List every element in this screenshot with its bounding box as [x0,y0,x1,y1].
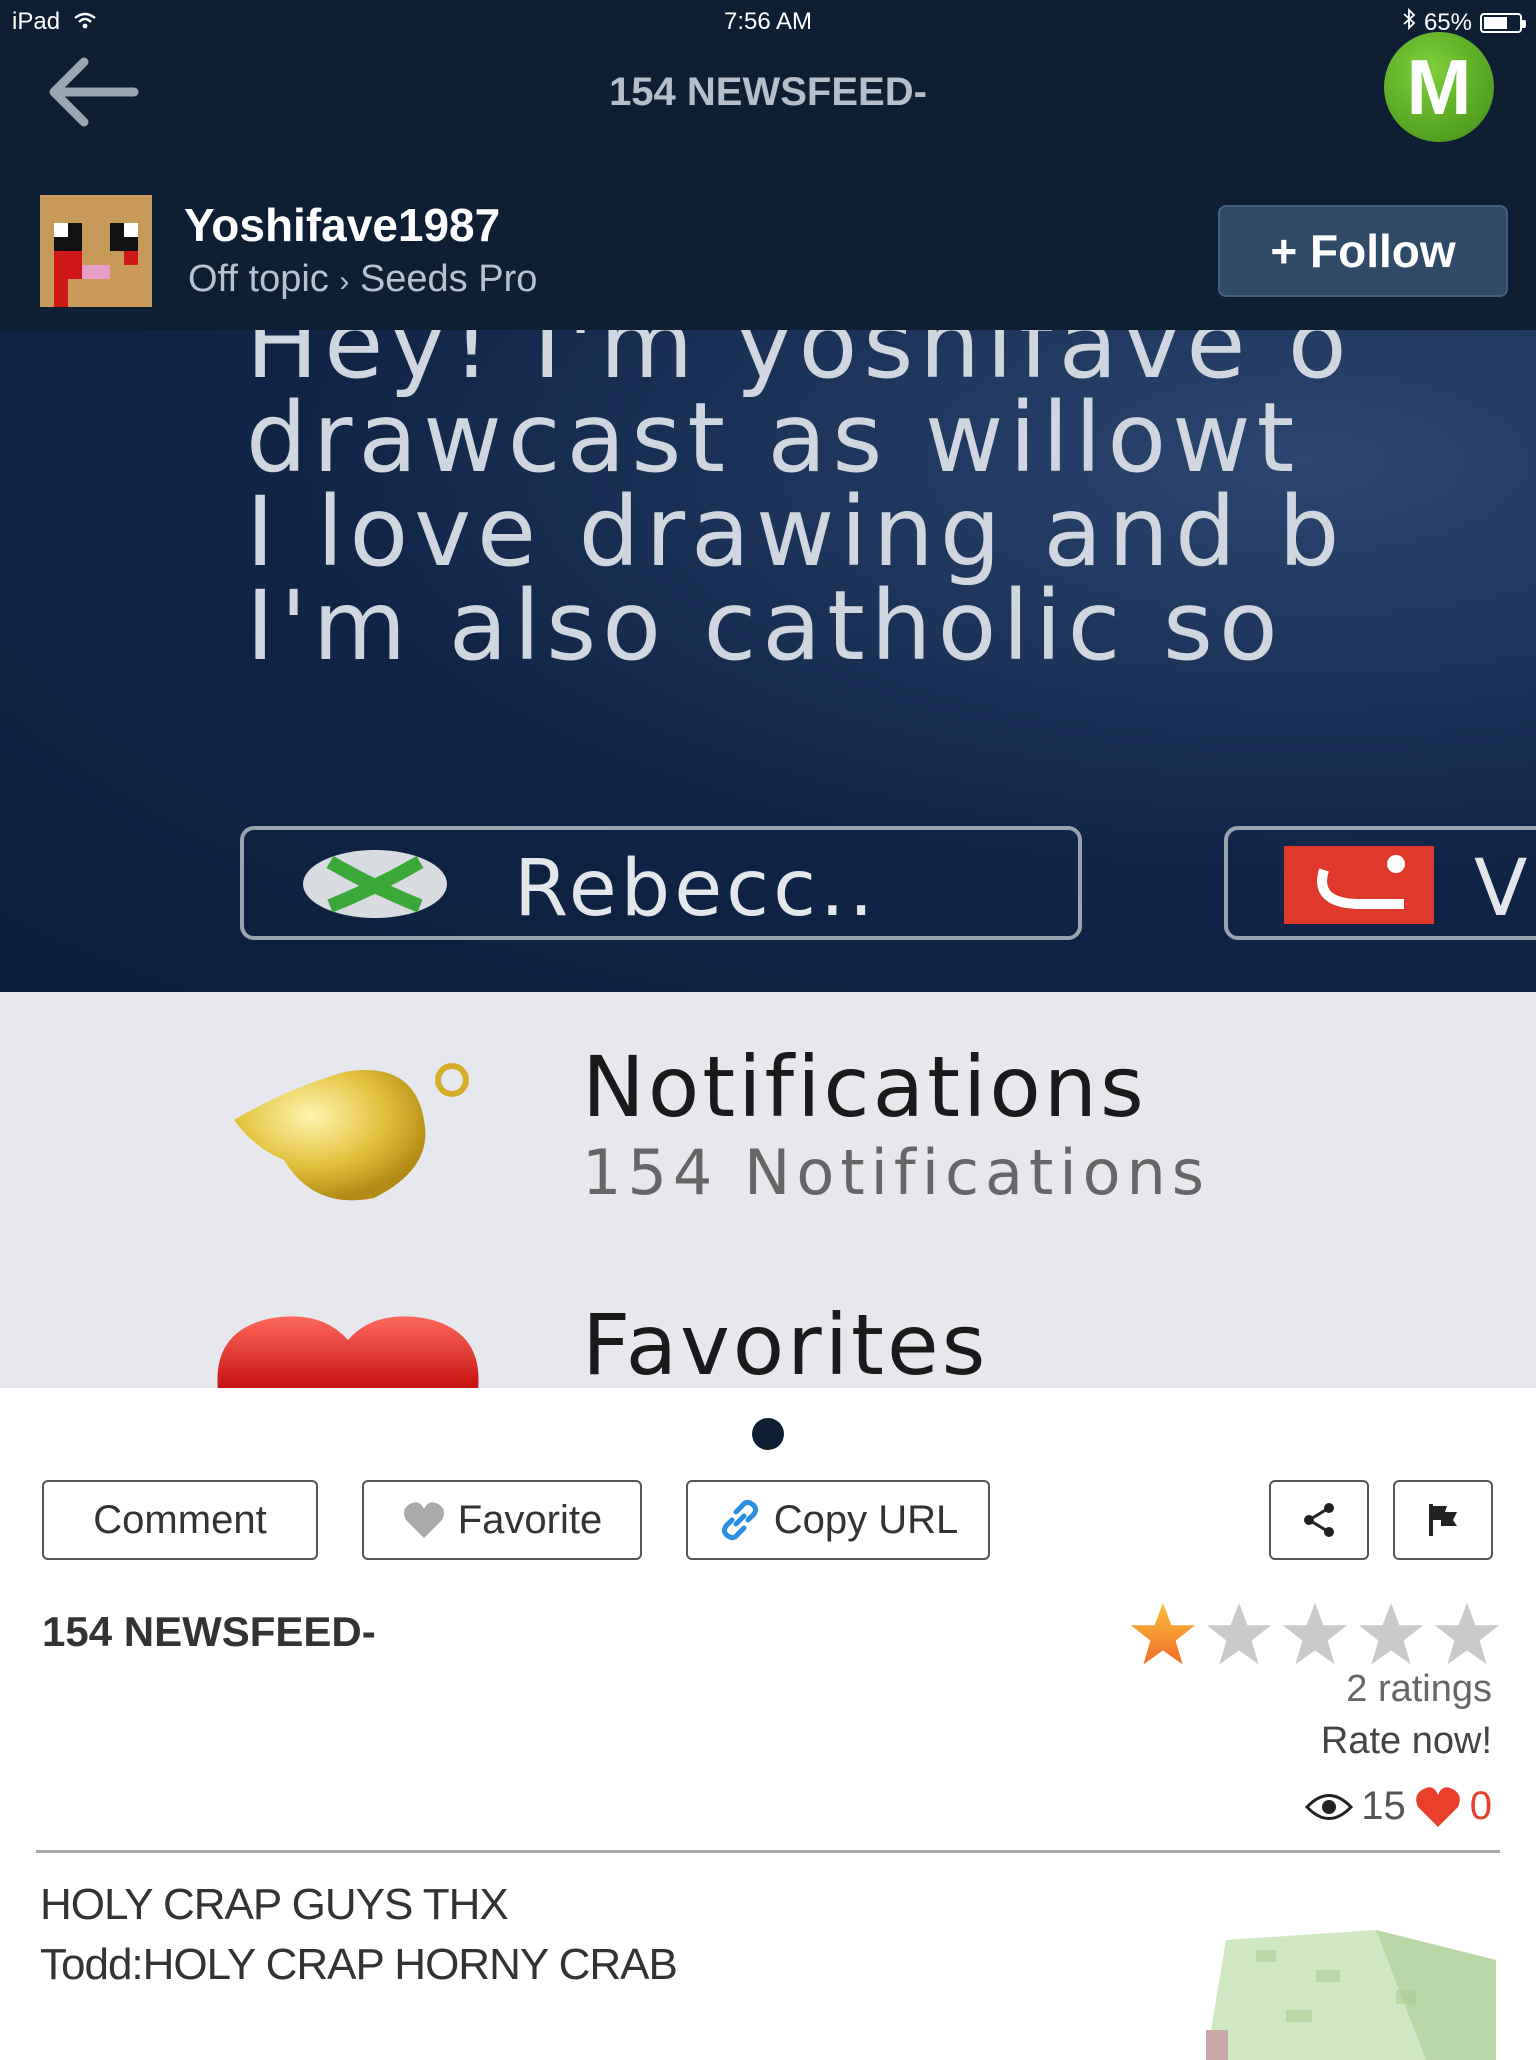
star-empty-icon[interactable] [1204,1600,1274,1670]
post-body-line: Todd:HOLY CRAP HORNY CRAB [40,1940,678,1989]
image-gamertag-pill: Rebecc.. [240,826,1082,940]
bluetooth-icon [1402,7,1416,37]
favorite-label: Favorite [457,1497,603,1542]
comment-button[interactable]: Comment [42,1480,318,1560]
comment-label: Comment [93,1497,267,1542]
status-right: 65% [1402,7,1526,37]
post-body-line: HOLY CRAP GUYS THX [40,1880,509,1929]
image-notifications-sub: 154 Notifications [582,1136,1211,1209]
star-empty-icon[interactable] [1280,1600,1350,1670]
status-time: 7:56 AM [723,8,813,35]
second-pill-text: V [1474,844,1532,934]
avatar[interactable] [40,195,152,307]
breadcrumb: Off topic › Seeds Pro [188,258,537,301]
follow-button[interactable]: + Follow [1218,205,1508,297]
star-empty-icon[interactable] [1356,1600,1426,1670]
heart-icon [217,1316,479,1388]
post-stats: 15 0 [1305,1784,1492,1829]
page-title: 154 NEWSFEED- [609,70,927,114]
image-notifications-title: Notifications [582,1038,1147,1136]
bell-icon [234,1063,469,1201]
star-empty-icon[interactable] [1432,1600,1502,1670]
page-indicator-dot[interactable] [752,1418,784,1450]
link-icon [721,1499,758,1541]
share-icon [1304,1503,1334,1537]
image-favorites-title: Favorites [582,1296,989,1388]
breadcrumb-category[interactable]: Off topic [188,258,329,300]
post-title: 154 NEWSFEED- [42,1608,376,1655]
like-heart-icon[interactable] [1414,1785,1462,1829]
eye-icon [1305,1793,1354,1820]
rate-now-link[interactable]: Rate now! [1321,1720,1492,1763]
username[interactable]: Yoshifave1987 [184,198,500,252]
status-bar: iPad 7:56 AM 65% [0,0,1536,40]
star-rating[interactable] [1128,1600,1502,1670]
heart-outline-icon [403,1502,444,1538]
breadcrumb-separator: › [339,265,350,298]
copy-url-label: Copy URL [773,1497,959,1542]
image-text-line: I'm also catholic so [246,570,1284,682]
flag-icon [1429,1504,1457,1536]
report-button[interactable] [1393,1480,1493,1560]
star-filled-icon[interactable] [1128,1600,1198,1670]
likes-count: 0 [1469,1784,1492,1828]
share-button[interactable] [1269,1480,1369,1560]
post-thumbnail[interactable] [1196,1930,1496,2060]
gamertag-text: Rebecc.. [514,844,878,934]
app-badge-icon [1284,846,1434,924]
breadcrumb-subcategory[interactable]: Seeds Pro [360,258,537,300]
copy-url-button[interactable]: Copy URL [686,1480,990,1560]
image-second-pill: V [1224,826,1536,940]
xbox-icon [303,850,447,918]
post-image[interactable]: Hey! I'm yoshifave o drawcast as willowt… [0,330,1536,1388]
views-count: 15 [1361,1784,1406,1828]
favorite-button[interactable]: Favorite [362,1480,642,1560]
divider [36,1850,1500,1853]
app-logo[interactable]: M [1384,32,1494,142]
ratings-count: 2 ratings [1346,1668,1492,1710]
battery-icon [1480,12,1526,33]
